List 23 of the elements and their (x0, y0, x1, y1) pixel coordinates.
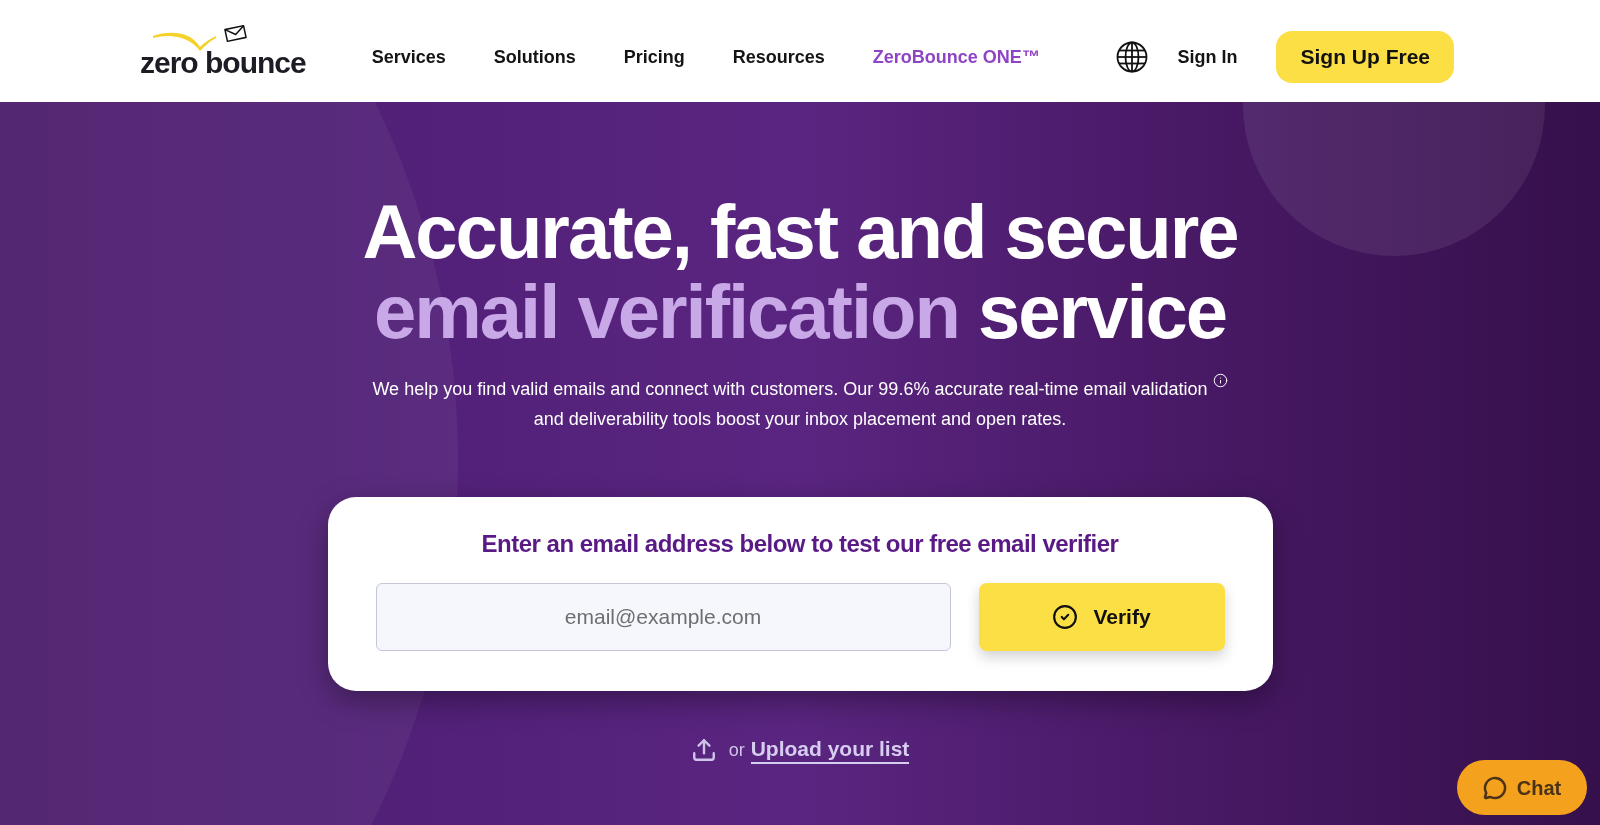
globe-icon[interactable] (1116, 41, 1149, 73)
chat-button[interactable]: Chat (1457, 760, 1587, 815)
nav-link[interactable]: Resources (732, 43, 825, 71)
email-field[interactable]: email@example.com (375, 583, 951, 651)
check-circle-icon (1052, 604, 1079, 630)
hero-subtitle: We help you find valid emails and connect with customers. Our 99.6% accurate real-time email validation and deliverability tools boost your inbox placement and open rates. (357, 373, 1243, 434)
nav-link[interactable]: Solutions (493, 43, 576, 71)
envelope-icon (224, 23, 247, 43)
upload-icon (690, 737, 717, 763)
verifier-title: Enter an email address below to test our free email verifier (481, 529, 1119, 559)
sign-up-button[interactable]: Sign Up Free (1276, 31, 1454, 83)
hero-headline: Accurate, fast and secure email verification service (362, 192, 1238, 352)
logo[interactable]: zero bounce (140, 23, 306, 78)
upload-list-link[interactable]: Upload your list (750, 736, 910, 764)
info-icon[interactable] (1212, 373, 1228, 388)
swoosh-icon (153, 31, 216, 51)
or-text: or (728, 738, 745, 762)
nav-link[interactable]: Services (371, 43, 446, 71)
nav-link[interactable]: Pricing (623, 43, 685, 71)
sign-in-link[interactable]: Sign In (1177, 43, 1238, 71)
nav-link[interactable]: ZeroBounce ONE™ (872, 43, 1040, 71)
verify-button[interactable]: Verify (978, 583, 1225, 651)
chat-bubble-icon (1482, 775, 1507, 800)
